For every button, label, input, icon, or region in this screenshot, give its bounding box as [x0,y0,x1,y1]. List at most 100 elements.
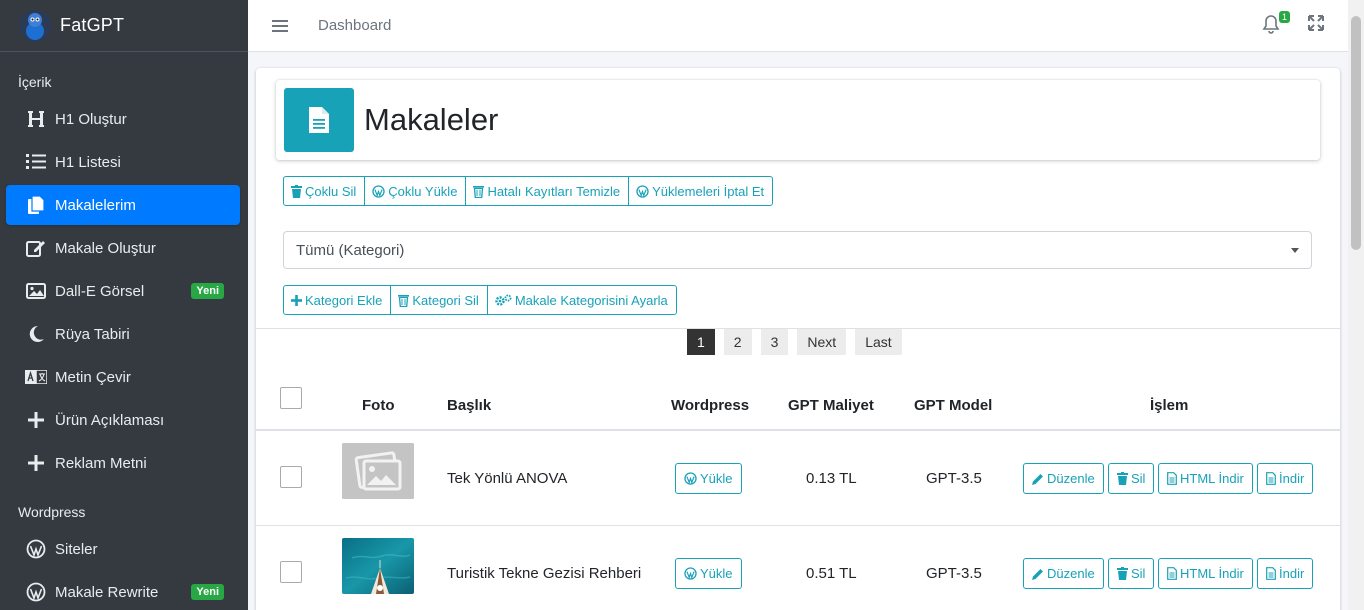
sidebar-item-metin-cevir[interactable]: Metin Çevir [6,357,240,397]
delete-button[interactable]: Sil [1108,558,1155,589]
cancel-uploads-button[interactable]: Yüklemeleri İptal Et [628,176,774,206]
copy-icon [24,195,48,215]
plus-icon [291,294,302,306]
clean-errors-label: Hatalı Kayıtları Temizle [487,183,621,199]
article-thumbnail-placeholder [342,443,414,499]
language-icon [24,367,48,387]
caret-down-icon [1291,248,1299,253]
next-page-button[interactable]: Next [797,329,847,355]
breadcrumb-dashboard[interactable]: Dashboard [318,17,391,34]
article-thumbnail-boat [342,538,414,594]
delete-category-label: Kategori Sil [412,292,479,308]
add-category-label: Kategori Ekle [305,292,383,308]
sidebar-item-label: Metin Çevir [55,368,131,386]
sidebar-item-makale-olustur[interactable]: Makale Oluştur [6,228,240,268]
gpt-cost: 0.13 TL [806,470,857,487]
bulk-upload-label: Çoklu Yükle [388,183,458,199]
wordpress-icon [372,184,385,198]
edit-button[interactable]: Düzenle [1023,558,1104,589]
file-alt-icon [1266,567,1276,580]
nav-header-wordpress: Wordpress [18,504,86,520]
sidebar-item-siteler[interactable]: Siteler [6,529,240,569]
plus-icon [24,453,48,473]
trash-alt-icon [473,185,485,198]
page-1-button[interactable]: 1 [687,329,715,355]
upload-label: Yükle [700,471,733,486]
bulk-actions-group: Çoklu Sil Çoklu Yükle Hatalı Kayıtları T… [283,176,774,206]
plus-icon [24,410,48,430]
page-scrollbar[interactable] [1348,0,1364,610]
sidebar-item-dall-e-gorsel[interactable]: Dall-E Görsel Yeni [6,271,240,311]
cancel-uploads-label: Yüklemeleri İptal Et [652,183,765,199]
sidebar-item-reklam-metni[interactable]: Reklam Metni [6,443,240,483]
file-text-icon [284,88,354,152]
html-download-button[interactable]: HTML İndir [1158,558,1253,589]
sidebar-item-makalelerim[interactable]: Makalelerim [6,185,240,225]
table-header-line [256,429,1340,431]
sidebar-item-label: Dall-E Görsel [55,282,145,300]
brand-name: FatGPT [60,15,125,35]
sidebar-item-label: Makale Rewrite [55,583,159,601]
assign-category-button[interactable]: Makale Kategorisini Ayarla [486,285,677,315]
upload-wordpress-button[interactable]: Yükle [675,463,742,494]
list-ol-icon [24,152,48,172]
delete-category-button[interactable]: Kategori Sil [390,285,488,315]
bulk-upload-button[interactable]: Çoklu Yükle [364,176,467,206]
top-navbar: Dashboard 1 [248,0,1348,52]
row-checkbox[interactable] [280,466,302,488]
sidebar-item-label: Siteler [55,540,98,558]
page-3-button[interactable]: 3 [760,329,789,355]
edit-button[interactable]: Düzenle [1023,463,1104,494]
upload-wordpress-button[interactable]: Yükle [675,558,742,589]
html-download-label: HTML İndir [1180,471,1244,486]
gpt-model: GPT-3.5 [926,565,982,582]
delete-button[interactable]: Sil [1108,463,1155,494]
sidebar-item-urun-aciklamasi[interactable]: Ürün Açıklaması [6,400,240,440]
wordpress-icon [636,184,649,198]
bulk-delete-button[interactable]: Çoklu Sil [283,176,366,206]
gpt-cost: 0.51 TL [806,565,857,582]
category-select-value: Tümü (Kategori) [296,241,405,259]
column-header-photo: Foto [362,397,395,414]
navbar-right: 1 [1262,11,1324,34]
brand[interactable]: FatGPT [0,0,248,52]
notification-count-badge: 1 [1278,11,1290,23]
download-button[interactable]: İndir [1257,463,1314,494]
fullscreen-icon[interactable] [1308,14,1324,34]
scrollbar-thumb[interactable] [1351,16,1361,250]
column-header-actions: İşlem [1150,397,1189,414]
html-download-label: HTML İndir [1180,566,1244,581]
sidebar-item-label: Reklam Metni [55,454,147,472]
new-badge: Yeni [191,283,224,299]
sidebar-item-h1-listesi[interactable]: H1 Listesi [6,142,240,182]
page-2-button[interactable]: 2 [723,329,752,355]
pencil-icon [1032,568,1044,580]
image-icon [24,281,48,301]
add-category-button[interactable]: Kategori Ekle [283,285,392,315]
new-badge: Yeni [191,584,224,600]
clean-errors-button[interactable]: Hatalı Kayıtları Temizle [465,176,630,206]
notifications-bell-icon[interactable]: 1 [1262,11,1290,34]
bulk-delete-label: Çoklu Sil [305,183,357,199]
gpt-model: GPT-3.5 [926,470,982,487]
articles-card: Makaleler Çoklu Sil Çoklu Yükle Hatalı K… [256,68,1340,610]
trash-icon [1117,472,1128,485]
moon-icon [24,324,48,344]
upload-label: Yükle [700,566,733,581]
sidebar-item-h1-olustur[interactable]: H1 Oluştur [6,99,240,139]
category-select[interactable]: Tümü (Kategori) [283,231,1312,269]
wordpress-icon [684,472,697,485]
sidebar-item-label: Makale Oluştur [55,239,156,257]
last-page-button[interactable]: Last [855,329,902,355]
sidebar-item-ruya-tabiri[interactable]: Rüya Tabiri [6,314,240,354]
html-download-button[interactable]: HTML İndir [1158,463,1253,494]
download-button[interactable]: İndir [1257,558,1314,589]
row-checkbox[interactable] [280,561,302,583]
menu-toggle-icon[interactable] [272,17,288,35]
sidebar-item-makale-rewrite[interactable]: Makale Rewrite Yeni [6,572,240,610]
select-all-checkbox[interactable] [280,387,302,409]
heading-icon [24,109,48,129]
sidebar-item-label: Rüya Tabiri [55,325,130,343]
wordpress-icon [684,567,697,580]
sidebar-item-label: H1 Listesi [55,153,121,171]
